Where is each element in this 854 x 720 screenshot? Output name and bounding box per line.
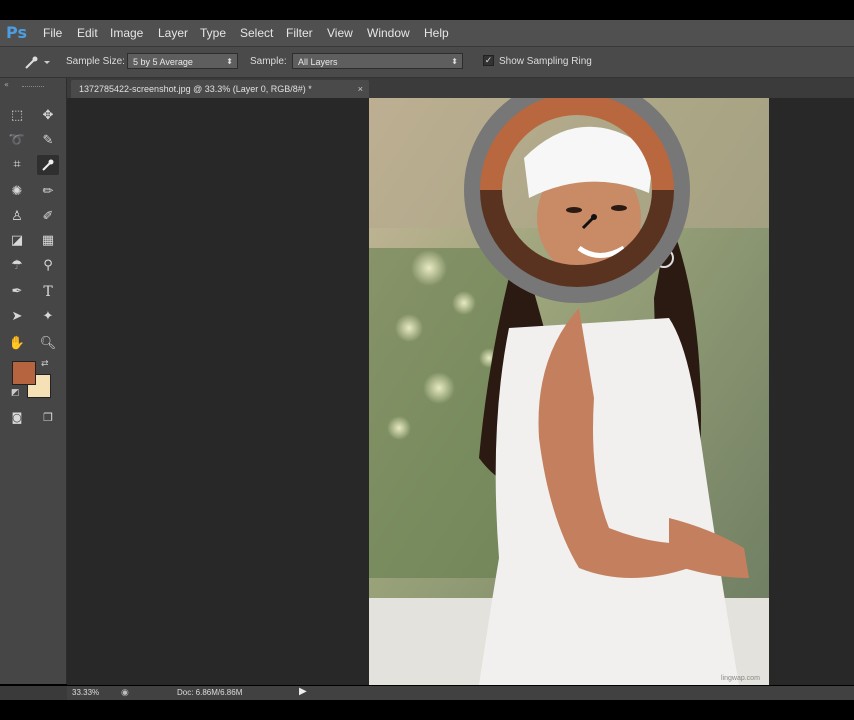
document-canvas[interactable]: lingwap.com [369,98,769,685]
shape-tool-icon[interactable]: ✦ [37,307,59,327]
status-icon[interactable]: ◉ [121,687,129,698]
foreground-color-swatch[interactable] [12,361,36,385]
eraser-tool-icon[interactable]: ◪ [6,231,28,251]
menu-select[interactable]: Select [240,26,273,40]
swap-colors-icon[interactable]: ⇄ [41,359,49,369]
menu-type[interactable]: Type [200,26,226,40]
document-tab-title: 1372785422-screenshot.jpg @ 33.3% (Layer… [79,84,312,94]
sample-select[interactable]: All Layers ⬍ [292,53,463,69]
marquee-tool-icon[interactable]: ⬚ [6,106,28,126]
options-bar: Sample Size: 5 by 5 Average ⬍ Sample: Al… [0,47,854,78]
watermark: lingwap.com [721,675,760,682]
menu-file[interactable]: File [43,26,62,40]
status-bar: 33.33% ◉ Doc: 6.86M/6.86M ▶ [67,686,854,700]
document-size: Doc: 6.86M/6.86M [177,688,243,697]
show-sampling-ring-checkbox[interactable]: ✓ [483,55,494,66]
photoshop-logo: Ps [6,23,27,42]
move-tool-icon[interactable]: ✥ [37,106,59,126]
panel-grip[interactable] [22,86,44,90]
document-tab[interactable]: 1372785422-screenshot.jpg @ 33.3% (Layer… [71,80,369,98]
zoom-tool-icon[interactable]: 🔍︎ [37,334,59,354]
pen-tool-icon[interactable]: ✒ [6,282,28,302]
show-sampling-ring-label: Show Sampling Ring [499,56,592,67]
screen-mode-icon[interactable]: ❐ [37,408,59,428]
tools-panel: « ⬚ ✥ ➰ ✎ ⌗ ✺ ✏ ♙ ✐ ◪ ▦ ☂ ⚲ ✒ T ➤ ✦ ✋ 🔍︎… [0,78,67,684]
default-colors-icon[interactable]: ◩ [11,388,20,398]
sample-label: Sample: [250,56,287,67]
eyedropper-icon [25,56,50,69]
collapse-icon[interactable]: « [4,80,9,89]
updown-arrow-icon: ⬍ [226,57,233,66]
menu-layer[interactable]: Layer [158,26,188,40]
status-left-spacer [0,686,67,700]
healing-brush-tool-icon[interactable]: ✺ [6,182,28,202]
type-tool-icon[interactable]: T [37,282,59,302]
hand-tool-icon[interactable]: ✋ [6,334,28,354]
menu-help[interactable]: Help [424,26,449,40]
updown-arrow-icon: ⬍ [451,57,458,66]
sample-value: All Layers [298,57,338,67]
crop-tool-icon[interactable]: ⌗ [6,155,28,175]
menu-edit[interactable]: Edit [77,26,98,40]
sample-size-value: 5 by 5 Average [133,57,193,67]
gradient-tool-icon[interactable]: ▦ [37,231,59,251]
document-tab-bar: 1372785422-screenshot.jpg @ 33.3% (Layer… [67,78,854,98]
lasso-tool-icon[interactable]: ➰ [6,131,28,151]
eyedropper-icon [42,159,54,171]
quick-mask-icon[interactable]: ◙ [6,408,28,428]
history-brush-tool-icon[interactable]: ✐ [37,207,59,227]
clone-stamp-tool-icon[interactable]: ♙ [6,207,28,227]
sample-size-label: Sample Size: [66,56,125,67]
path-selection-tool-icon[interactable]: ➤ [6,307,28,327]
menu-window[interactable]: Window [367,26,410,40]
status-menu-arrow-icon[interactable]: ▶ [299,686,307,697]
zoom-level[interactable]: 33.33% [72,688,99,697]
dodge-tool-icon[interactable]: ⚲ [37,256,59,276]
menu-bar: Ps File Edit Image Layer Type Select Fil… [0,20,854,47]
photo-image: lingwap.com [369,98,769,685]
quick-select-tool-icon[interactable]: ✎ [37,131,59,151]
menu-view[interactable]: View [327,26,353,40]
brush-tool-icon[interactable]: ✏ [37,182,59,202]
blur-tool-icon[interactable]: ☂ [6,256,28,276]
menu-image[interactable]: Image [110,26,143,40]
close-tab-icon[interactable]: × [358,80,363,98]
tool-preset-picker[interactable] [20,53,50,71]
sample-size-select[interactable]: 5 by 5 Average ⬍ [127,53,238,69]
eyedropper-tool-icon[interactable] [37,155,59,175]
menu-filter[interactable]: Filter [286,26,313,40]
